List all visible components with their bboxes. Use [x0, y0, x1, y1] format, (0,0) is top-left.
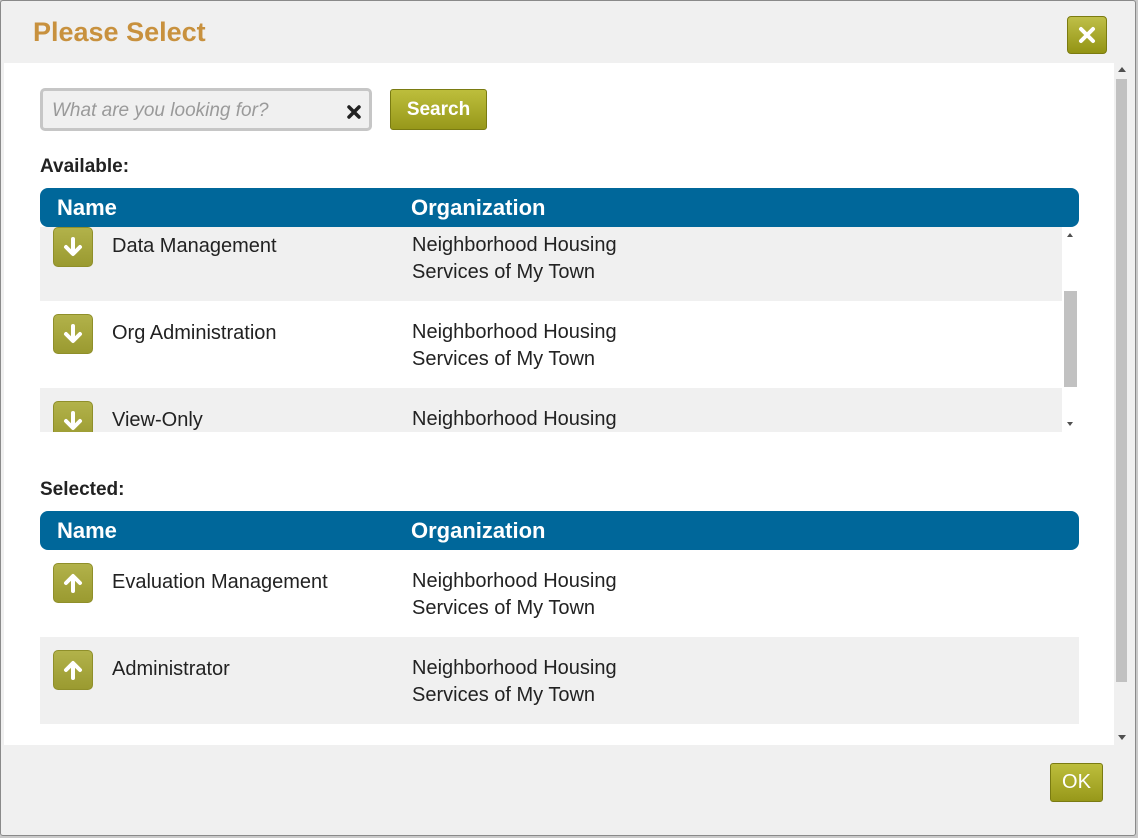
close-icon	[1079, 27, 1095, 43]
org-line: Neighborhood Housing	[412, 321, 617, 343]
scroll-up-icon[interactable]	[1067, 233, 1073, 237]
scrollbar-thumb[interactable]	[1064, 291, 1077, 387]
remove-item-button[interactable]	[53, 650, 93, 690]
search-input[interactable]	[50, 95, 334, 127]
clear-search-button[interactable]	[344, 102, 364, 122]
table-row: Evaluation Management Neighborhood Housi…	[40, 550, 1079, 637]
arrow-down-icon	[64, 324, 82, 343]
column-header-organization[interactable]: Organization	[411, 195, 545, 221]
row-name: Data Management	[112, 235, 277, 257]
dialog-title: Please Select	[33, 17, 206, 47]
table-row: Administrator Neighborhood Housing Servi…	[40, 637, 1079, 724]
row-organization: Neighborhood Housing Services of My Town	[412, 568, 617, 622]
available-grid-body: Data Management Neighborhood Housing Ser…	[40, 227, 1079, 432]
row-name: Evaluation Management	[112, 571, 328, 593]
table-row: View-Only Neighborhood Housing	[40, 388, 1079, 432]
ok-button[interactable]: OK	[1050, 763, 1103, 802]
close-button[interactable]	[1067, 16, 1107, 54]
available-grid-header: Name Organization	[40, 188, 1079, 227]
row-name: Org Administration	[112, 322, 277, 344]
row-name: Administrator	[112, 658, 230, 680]
org-line: Neighborhood Housing	[412, 234, 617, 256]
search-box	[40, 88, 372, 131]
table-row: Data Management Neighborhood Housing Ser…	[40, 227, 1079, 301]
org-line: Neighborhood Housing	[412, 408, 617, 430]
arrow-down-icon	[64, 411, 82, 430]
remove-item-button[interactable]	[53, 563, 93, 603]
table-row: Org Administration Neighborhood Housing …	[40, 301, 1079, 388]
column-header-organization[interactable]: Organization	[411, 518, 545, 544]
column-header-name[interactable]: Name	[57, 518, 117, 544]
available-label: Available:	[40, 156, 130, 177]
selected-label: Selected:	[40, 479, 125, 500]
please-select-dialog: Please Select Search Available: Name Org…	[0, 0, 1136, 836]
org-line: Services of My Town	[412, 684, 596, 706]
org-line: Services of My Town	[412, 261, 596, 283]
row-organization: Neighborhood Housing Services of My Town	[412, 232, 617, 286]
arrow-up-icon	[64, 661, 82, 680]
column-header-name[interactable]: Name	[57, 195, 117, 221]
dialog-content: Search Available: Name Organization Data…	[4, 63, 1114, 745]
clear-icon	[347, 105, 361, 119]
search-button[interactable]: Search	[390, 89, 487, 130]
scroll-up-icon[interactable]	[1118, 67, 1126, 72]
arrow-up-icon	[64, 574, 82, 593]
scrollbar-thumb[interactable]	[1116, 79, 1127, 682]
add-item-button[interactable]	[53, 227, 93, 267]
row-name: View-Only	[112, 409, 203, 431]
row-organization: Neighborhood Housing	[412, 406, 617, 432]
selected-grid-header: Name Organization	[40, 511, 1079, 550]
org-line: Services of My Town	[412, 348, 596, 370]
scroll-down-icon[interactable]	[1067, 422, 1073, 426]
org-line: Neighborhood Housing	[412, 570, 617, 592]
selected-grid-body: Evaluation Management Neighborhood Housi…	[40, 550, 1079, 724]
add-item-button[interactable]	[53, 401, 93, 432]
row-organization: Neighborhood Housing Services of My Town	[412, 655, 617, 709]
org-line: Services of My Town	[412, 597, 596, 619]
arrow-down-icon	[64, 237, 82, 256]
add-item-button[interactable]	[53, 314, 93, 354]
available-list-scrollbar[interactable]	[1062, 227, 1079, 432]
scroll-down-icon[interactable]	[1118, 735, 1126, 740]
row-organization: Neighborhood Housing Services of My Town	[412, 319, 617, 373]
org-line: Neighborhood Housing	[412, 657, 617, 679]
dialog-scrollbar[interactable]	[1114, 63, 1130, 745]
